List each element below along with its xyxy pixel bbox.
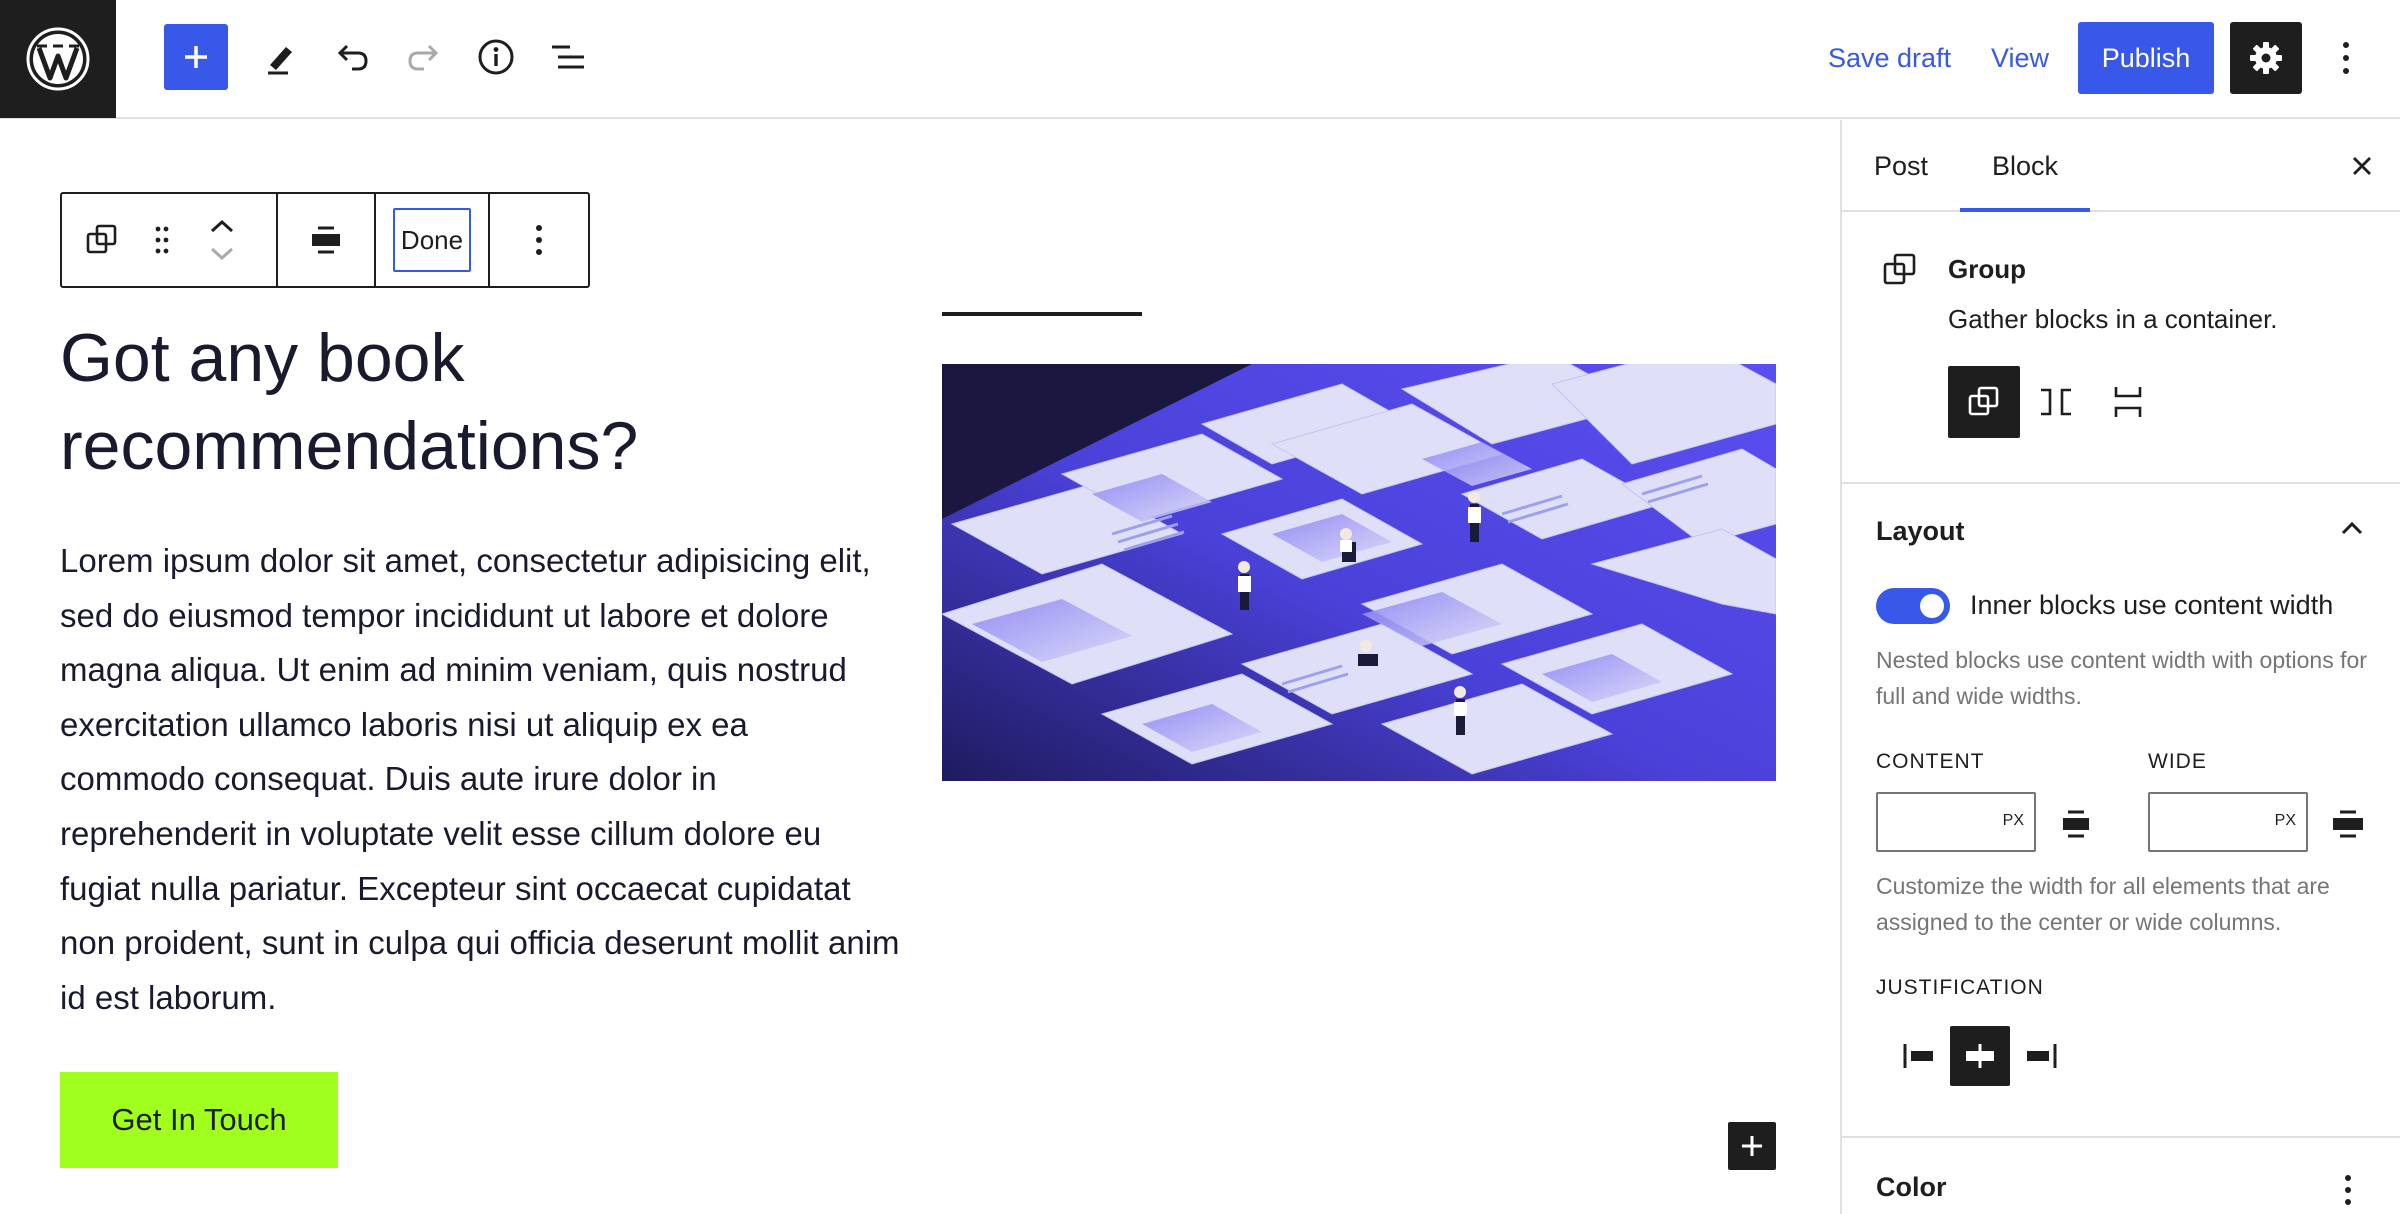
wide-width-align (2328, 804, 2368, 844)
block-inserter-appender[interactable] (1728, 1122, 1776, 1170)
justify-left-button[interactable] (1890, 1026, 1950, 1086)
drag-handle-icon (155, 226, 169, 254)
list-view-icon (552, 45, 584, 69)
redo-icon (408, 44, 439, 71)
width-help: Customize the width for all elements tha… (1876, 873, 2330, 935)
undo-button[interactable] (320, 24, 384, 90)
redo-button[interactable] (392, 24, 456, 90)
done-button[interactable]: Done (392, 208, 472, 272)
group-icon (1968, 386, 1999, 416)
details-button[interactable] (464, 24, 528, 90)
stack-icon (2114, 387, 2142, 417)
body-paragraph[interactable]: Lorem ipsum dolor sit amet, consectetur … (60, 534, 900, 1025)
block-title: Group (1948, 254, 2026, 284)
chevron-up-icon[interactable] (209, 218, 235, 234)
color-panel: Color (1842, 1140, 2400, 1214)
options-button[interactable] (2326, 28, 2366, 88)
block-toolbar: Done (60, 192, 590, 288)
variation-row[interactable] (2020, 366, 2092, 438)
group-icon (86, 224, 117, 254)
justification-label: JUSTIFICATION (1876, 976, 2044, 999)
wide-width-input[interactable]: PX (2148, 792, 2308, 852)
get-in-touch-button[interactable]: Get In Touch (60, 1072, 338, 1168)
tab-post[interactable]: Post (1842, 120, 1960, 212)
undo-icon (337, 44, 368, 71)
separator (942, 312, 1142, 316)
content-width-help: Nested blocks use content width with opt… (1876, 647, 2367, 709)
block-type-button[interactable] (62, 194, 142, 286)
list-view-button[interactable] (536, 24, 600, 90)
justify-center-icon (1966, 1044, 1994, 1068)
settings-button[interactable] (2230, 22, 2302, 94)
info-icon (478, 39, 514, 75)
editor-canvas: Done Got any book recommendations? Lorem… (0, 120, 1840, 1214)
content-width-input[interactable]: PX (1876, 792, 2036, 852)
close-icon (2353, 157, 2371, 175)
content-width-toggle-label: Inner blocks use content width (1970, 590, 2334, 620)
chevron-up-icon (2341, 521, 2363, 535)
group-icon (1882, 252, 1918, 293)
content-width-align (2056, 804, 2096, 844)
save-draft-button[interactable]: Save draft (1828, 38, 1951, 78)
layout-panel: Layout Inner blocks use content width Ne… (1842, 486, 2400, 1138)
layout-panel-toggle[interactable] (2332, 508, 2372, 548)
move-buttons (182, 194, 262, 286)
layout-panel-title[interactable]: Layout (1876, 516, 1965, 547)
plus-icon (185, 46, 207, 68)
wordpress-icon (26, 27, 90, 91)
variation-group[interactable] (1948, 366, 2020, 438)
justify-right-button[interactable] (2010, 1026, 2070, 1086)
close-sidebar-button[interactable] (2342, 146, 2382, 186)
block-toolbar-group-parent (62, 194, 278, 286)
align-button[interactable] (296, 194, 356, 286)
editor-header: Save draft View Publish (0, 0, 2400, 119)
isometric-illustration[interactable] (942, 364, 1776, 781)
sidebar-tabs: Post Block (1842, 120, 2400, 212)
block-toolbar-group-done: Done (376, 194, 490, 286)
variation-stack[interactable] (2092, 366, 2164, 438)
color-panel-title[interactable]: Color (1876, 1172, 1947, 1203)
drag-handle[interactable] (142, 194, 182, 286)
align-wide-icon (2333, 810, 2363, 838)
settings-sidebar: Post Block Group Gather blocks in a cont… (1840, 120, 2400, 1214)
gear-icon (2250, 42, 2282, 74)
block-description: Gather blocks in a container. (1948, 304, 2278, 334)
content-width-toggle[interactable] (1876, 588, 1950, 624)
plus-icon (1742, 1136, 1762, 1156)
block-card: Group Gather blocks in a container. (1842, 214, 2400, 484)
justify-right-icon (2027, 1044, 2057, 1068)
wordpress-logo[interactable] (0, 0, 116, 118)
tools-button[interactable] (248, 24, 312, 90)
block-options-button[interactable] (509, 194, 569, 286)
tab-block[interactable]: Block (1960, 120, 2091, 212)
align-center-icon (312, 226, 340, 254)
publish-button[interactable]: Publish (2078, 22, 2214, 94)
block-toolbar-group-align (278, 194, 376, 286)
block-toolbar-group-more (490, 194, 588, 286)
content-width-unit: PX (2002, 812, 2024, 829)
page-heading[interactable]: Got any book recommendations? (60, 314, 920, 490)
more-vertical-icon (2343, 42, 2349, 74)
justify-center-button[interactable] (1950, 1026, 2010, 1086)
justify-left-icon (1903, 1044, 1933, 1068)
block-inserter-button[interactable] (164, 24, 228, 90)
wide-width-label: WIDE (2148, 750, 2207, 773)
content-width-label: CONTENT (1876, 750, 1985, 773)
wide-width-unit: PX (2274, 812, 2296, 829)
more-vertical-icon (536, 225, 542, 255)
row-icon (2041, 388, 2071, 416)
chevron-down-icon[interactable] (209, 246, 235, 262)
align-center-icon (2063, 810, 2089, 838)
color-options-button[interactable] (2328, 1160, 2368, 1214)
view-button[interactable]: View (1991, 38, 2049, 78)
toggle-knob (1920, 594, 1944, 618)
pencil-icon (268, 47, 292, 75)
more-vertical-icon (2345, 1175, 2351, 1205)
